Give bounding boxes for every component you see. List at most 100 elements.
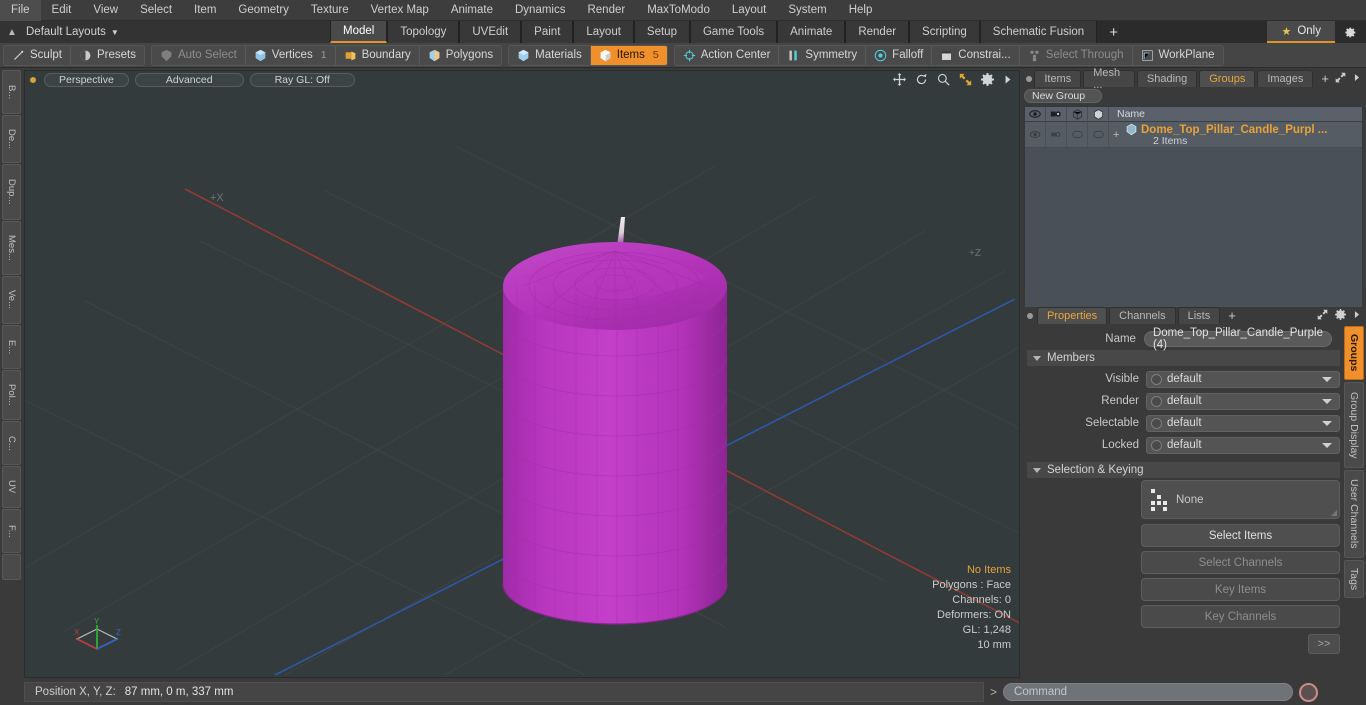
menu-item-maxtomodo[interactable]: MaxToModo [636, 0, 721, 21]
auto-select-button[interactable]: Auto Select [152, 45, 246, 65]
menu-item-view[interactable]: View [82, 0, 129, 21]
left-tab-deform[interactable]: De... [2, 115, 21, 163]
layout-selector[interactable]: ▲ Default Layouts ▼ [0, 21, 330, 43]
fit-icon[interactable] [959, 73, 972, 86]
zoom-icon[interactable] [937, 73, 950, 86]
key-items-button[interactable]: Key Items [1141, 578, 1340, 601]
menu-item-help[interactable]: Help [838, 0, 884, 21]
tab-model[interactable]: Model [330, 21, 388, 43]
gear-icon[interactable] [1335, 21, 1366, 43]
select-items-button[interactable]: Select Items [1141, 524, 1340, 547]
selection-keying-section-header[interactable]: Selection & Keying [1027, 462, 1340, 478]
panel-tab-mesh[interactable]: Mesh ... [1083, 67, 1135, 91]
members-section-header[interactable]: Members [1027, 350, 1340, 366]
polygons-button[interactable]: Polygons [420, 46, 501, 65]
viewport-3d[interactable]: +X +Z Perspective Advanced Ray GL: Off N… [24, 70, 1020, 678]
right-tab-tags[interactable]: Tags [1344, 560, 1364, 598]
locked-dropdown[interactable]: default [1146, 436, 1340, 454]
tab-setup[interactable]: Setup [633, 21, 690, 43]
expand-icon[interactable] [1335, 72, 1346, 86]
tab-paint[interactable]: Paint [521, 21, 574, 43]
arrow-right-icon[interactable] [1353, 72, 1361, 86]
candle-model[interactable] [25, 71, 1020, 678]
selection-set-field[interactable]: None [1141, 480, 1340, 519]
left-tab-fusion[interactable]: F... [2, 509, 21, 553]
menu-item-render[interactable]: Render [576, 0, 636, 21]
gear-icon[interactable] [981, 73, 994, 86]
menu-item-animate[interactable]: Animate [440, 0, 504, 21]
more-options-button[interactable]: >> [1308, 634, 1340, 654]
boundary-button[interactable]: Boundary [336, 45, 420, 65]
items-button[interactable]: Items 5 [590, 45, 667, 65]
visible-dropdown[interactable]: default [1146, 370, 1340, 388]
expand-icon[interactable] [1317, 309, 1328, 323]
menu-item-edit[interactable]: Edit [41, 0, 83, 21]
groups-tree-empty-area[interactable] [1025, 148, 1362, 317]
render-dropdown[interactable]: default [1146, 392, 1340, 410]
presets-button[interactable]: Presets [71, 46, 144, 65]
row-expander-icon[interactable]: + [1113, 129, 1119, 141]
menu-item-file[interactable]: File [0, 0, 41, 21]
panel-add-tab-button[interactable]: + [1315, 70, 1335, 87]
left-tab-edge[interactable]: E... [2, 325, 21, 369]
menu-item-select[interactable]: Select [129, 0, 183, 21]
panel-tab-shading[interactable]: Shading [1136, 70, 1198, 87]
menu-item-item[interactable]: Item [183, 0, 227, 21]
viewport-raygl-button[interactable]: Ray GL: Off [249, 73, 355, 87]
left-tab-polygon[interactable]: Pol... [2, 370, 21, 420]
panel-tab-groups[interactable]: Groups [1199, 70, 1256, 87]
tab-render[interactable]: Render [845, 21, 910, 43]
panel-tab-items[interactable]: Items [1034, 70, 1082, 87]
row-name-cell[interactable]: + Dome_Top_Pillar_Candle_Purpl ... 2 Ite… [1109, 122, 1362, 148]
record-icon[interactable] [1299, 682, 1319, 702]
tab-topology[interactable]: Topology [387, 21, 460, 43]
falloff-button[interactable]: Falloff [866, 45, 933, 65]
panel-menu-icon[interactable] [1023, 70, 1034, 87]
left-tab-command[interactable]: C... [2, 421, 21, 465]
viewport-shading-button[interactable]: Advanced [134, 73, 244, 87]
groups-tree[interactable]: Name + Dome_Top_Pillar_Candle_Purpl ... … [1024, 106, 1363, 317]
tab-scripting[interactable]: Scripting [909, 21, 980, 43]
name-field[interactable]: Dome_Top_Pillar_Candle_Purple (4) [1143, 327, 1332, 351]
viewport-view-button[interactable]: Perspective [44, 73, 129, 87]
row-wireframe-toggle[interactable] [1067, 122, 1088, 147]
tab-game-tools[interactable]: Game Tools [689, 21, 778, 43]
command-input[interactable]: Command [1003, 683, 1294, 701]
sculpt-button[interactable]: Sculpt [4, 45, 71, 65]
axis-gizmo[interactable]: X Y Z [69, 613, 125, 659]
properties-menu-icon[interactable] [1023, 307, 1037, 324]
workplane-button[interactable]: WorkPlane [1133, 46, 1223, 65]
right-tab-group-display[interactable]: Group Display [1344, 382, 1364, 468]
symmetry-button[interactable]: Symmetry [779, 45, 867, 65]
tab-channels[interactable]: Channels [1109, 307, 1176, 324]
left-tab-basic[interactable]: B... [2, 70, 21, 114]
row-shade-toggle[interactable] [1088, 122, 1109, 147]
right-tab-groups[interactable]: Groups [1344, 326, 1364, 380]
table-row[interactable]: + Dome_Top_Pillar_Candle_Purpl ... 2 Ite… [1025, 122, 1362, 148]
select-through-button[interactable]: Select Through [1020, 45, 1133, 65]
menu-item-layout[interactable]: Layout [721, 0, 778, 21]
new-group-button[interactable]: New Group [1024, 89, 1102, 103]
select-channels-button[interactable]: Select Channels [1141, 551, 1340, 574]
menu-item-dynamics[interactable]: Dynamics [504, 0, 576, 21]
tab-layout[interactable]: Layout [573, 21, 634, 43]
left-tab-mesh-edit[interactable]: Mes... [2, 221, 21, 275]
left-tab-vertex[interactable]: Ve... [2, 276, 21, 324]
panel-tab-images[interactable]: Images [1257, 70, 1314, 87]
tab-animate[interactable]: Animate [777, 21, 846, 43]
rotate-icon[interactable] [915, 73, 928, 86]
arrow-right-icon[interactable] [1353, 309, 1361, 323]
tab-schematic-fusion[interactable]: Schematic Fusion [979, 21, 1098, 43]
row-visible-toggle[interactable] [1025, 122, 1046, 147]
left-tab-extra[interactable] [2, 554, 21, 580]
selectable-dropdown[interactable]: default [1146, 414, 1340, 432]
left-tab-uv[interactable]: UV [2, 466, 21, 508]
left-tab-duplicate[interactable]: Dup... [2, 164, 21, 220]
right-tab-user-channels[interactable]: User Channels [1344, 470, 1364, 558]
resize-corner-icon[interactable] [1331, 510, 1337, 516]
menu-item-geometry[interactable]: Geometry [227, 0, 300, 21]
status-bar-handle[interactable] [0, 679, 22, 705]
action-center-button[interactable]: Action Center [675, 45, 780, 65]
constraint-button[interactable]: Constrai... [932, 45, 1020, 65]
properties-add-tab-button[interactable]: + [1222, 307, 1242, 324]
